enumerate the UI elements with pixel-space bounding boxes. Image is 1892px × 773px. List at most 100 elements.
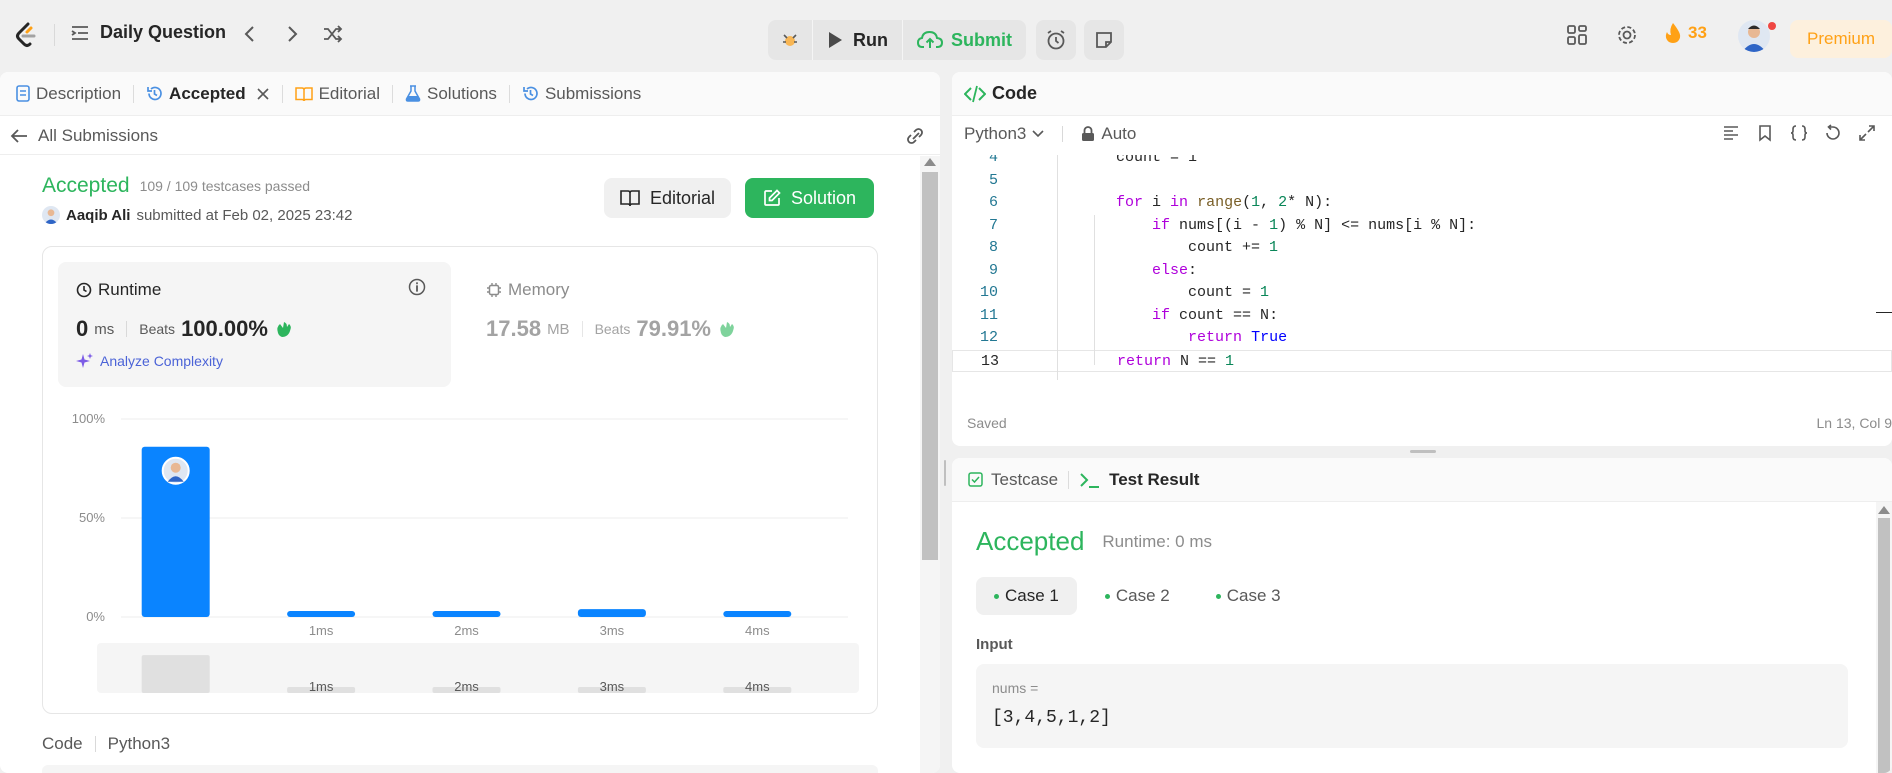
- next-question-button[interactable]: [282, 24, 302, 44]
- all-submissions-link[interactable]: All Submissions: [10, 126, 158, 146]
- tab-accepted[interactable]: Accepted: [134, 72, 282, 116]
- debug-button[interactable]: [768, 20, 812, 60]
- case-tab-1[interactable]: Case 1: [976, 577, 1077, 615]
- code-line[interactable]: 10 count = 1: [952, 282, 1892, 305]
- user-avatar[interactable]: [42, 206, 60, 224]
- layout-button[interactable]: [1566, 24, 1588, 46]
- tab-test-result[interactable]: Test Result: [1079, 470, 1199, 490]
- close-icon[interactable]: [256, 87, 270, 101]
- code-line[interactable]: 12 return True: [952, 327, 1892, 350]
- cloud-upload-icon: [917, 30, 943, 48]
- expand-icon[interactable]: [1858, 124, 1876, 142]
- code-editor[interactable]: 4 count = 15 6 for i in range(1, 2* N): 7 …: [952, 155, 1892, 395]
- timer-button[interactable]: [1036, 20, 1076, 60]
- chart-bar[interactable]: [432, 611, 501, 617]
- runtime-overview-brush[interactable]: 1ms 2ms 3ms 4ms: [97, 643, 859, 693]
- leetcode-logo-icon[interactable]: [14, 22, 38, 48]
- scrollbar-thumb[interactable]: [1878, 518, 1890, 773]
- line-number: 5: [988, 171, 998, 189]
- runtime-title-row: Runtime: [76, 280, 161, 300]
- language-select[interactable]: Python3: [964, 124, 1044, 144]
- scrollbar-track[interactable]: [920, 156, 940, 773]
- curly-braces-icon[interactable]: [1790, 124, 1808, 142]
- code-line[interactable]: 4 count = 1: [952, 155, 1892, 170]
- chart-bar[interactable]: [287, 611, 356, 617]
- bookmark-icon[interactable]: [1756, 124, 1774, 142]
- runtime-value-row: 0 ms Beats 100.00%: [76, 316, 294, 342]
- analyze-complexity-button[interactable]: Analyze Complexity: [76, 352, 223, 370]
- code-line[interactable]: 13 return N == 1: [952, 349, 1892, 372]
- streak-counter[interactable]: 33: [1664, 22, 1707, 44]
- tab-description[interactable]: Description: [4, 72, 133, 116]
- memory-beats-label: Beats: [594, 321, 631, 337]
- notes-button[interactable]: [1084, 20, 1124, 60]
- code-line[interactable]: 8 count += 1: [952, 237, 1892, 260]
- run-button[interactable]: Run: [812, 20, 902, 60]
- code-line[interactable]: 7 if nums[(i - 1) % N] <= nums[i % N]:: [952, 215, 1892, 238]
- submitted-at: submitted at Feb 02, 2025 23:42: [136, 206, 353, 224]
- chart-bar[interactable]: [723, 611, 792, 617]
- overview-label: 1ms: [309, 679, 334, 693]
- chart-bar[interactable]: [577, 609, 646, 617]
- premium-button[interactable]: Premium: [1790, 20, 1892, 58]
- input-box[interactable]: nums = [3,4,5,1,2]: [976, 664, 1848, 748]
- prev-question-button[interactable]: [240, 24, 260, 44]
- memory-card[interactable]: Memory 17.58 MB Beats 79.91%: [468, 262, 861, 387]
- line-number: 8: [988, 239, 998, 256]
- code-line[interactable]: 9 else:: [952, 260, 1892, 283]
- runtime-card[interactable]: Runtime 0 ms Beats 100.00% Analyze Compl…: [58, 262, 451, 387]
- problem-list-button[interactable]: Daily Question: [70, 22, 226, 43]
- checkbox-icon: [968, 472, 983, 487]
- divider: [0, 154, 940, 155]
- code-line[interactable]: 6 for i in range(1, 2* N):: [952, 192, 1892, 215]
- tab-label: Submissions: [544, 83, 642, 103]
- auto-mode-toggle[interactable]: Auto: [1081, 124, 1136, 144]
- tab-editorial[interactable]: Editorial: [283, 72, 392, 116]
- clap-icon: [277, 322, 291, 337]
- stats-card: Runtime 0 ms Beats 100.00% Analyze Compl…: [42, 246, 878, 714]
- code-line[interactable]: 11 if count == N:: [952, 305, 1892, 328]
- runtime-distribution-chart[interactable]: 100% 50% 0% 1ms 2ms 3ms 4ms: [43, 397, 877, 637]
- memory-unit: MB: [547, 320, 570, 338]
- tab-testcase[interactable]: Testcase: [968, 470, 1058, 490]
- solution-button[interactable]: Solution: [745, 178, 875, 218]
- code-text: return True: [1188, 329, 1288, 346]
- x-tick-label: 1ms: [309, 623, 334, 637]
- problem-list-title: Daily Question: [100, 22, 227, 42]
- avatar[interactable]: [1738, 20, 1770, 52]
- code-line[interactable]: 5: [952, 170, 1892, 193]
- book-icon: [620, 190, 640, 207]
- code-text: count = 1: [1044, 284, 1270, 301]
- submit-button[interactable]: Submit: [902, 20, 1026, 60]
- back-label: All Submissions: [38, 126, 158, 145]
- scrollbar-thumb[interactable]: [922, 172, 938, 560]
- divider: [581, 321, 583, 337]
- run-label: Run: [853, 29, 888, 50]
- share-link-button[interactable]: [904, 126, 926, 146]
- tab-submissions[interactable]: Submissions: [510, 72, 653, 116]
- scrollbar-track[interactable]: [1876, 502, 1892, 773]
- case-tab-3[interactable]: Case 3: [1198, 577, 1299, 615]
- indent-guide: [1094, 215, 1095, 365]
- format-icon[interactable]: [1722, 124, 1740, 142]
- info-icon[interactable]: [408, 278, 426, 296]
- param-value: [3,4,5,1,2]: [992, 708, 1111, 728]
- settings-button[interactable]: [1616, 24, 1638, 46]
- input-label: Input: [976, 636, 1013, 653]
- case-tab-2[interactable]: Case 2: [1087, 577, 1188, 615]
- gear-icon: [1618, 26, 1636, 44]
- reset-icon[interactable]: [1824, 124, 1842, 142]
- user-name[interactable]: Aaqib Ali: [66, 207, 130, 224]
- result-status: Accepted: [42, 174, 130, 197]
- editorial-button[interactable]: Editorial: [604, 178, 732, 218]
- pass-dot: [1104, 593, 1110, 599]
- clap-icon: [720, 322, 734, 337]
- horizontal-resize-handle[interactable]: [1410, 450, 1436, 453]
- random-question-button[interactable]: [322, 24, 344, 44]
- code-preview-box: [42, 765, 878, 773]
- tab-solutions[interactable]: Solutions: [393, 72, 509, 116]
- vertical-resize-handle[interactable]: [944, 460, 946, 486]
- scroll-up-arrow[interactable]: [1878, 506, 1890, 514]
- scroll-up-arrow[interactable]: [924, 158, 936, 166]
